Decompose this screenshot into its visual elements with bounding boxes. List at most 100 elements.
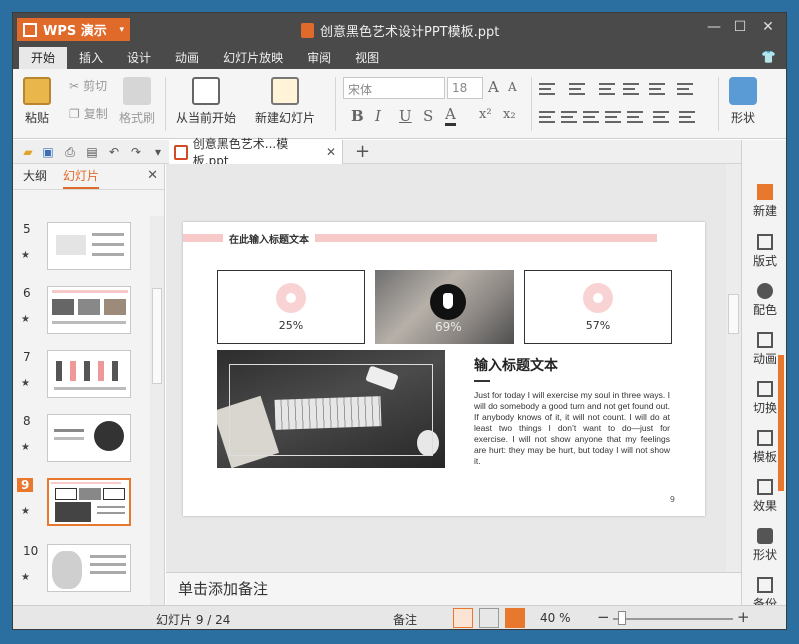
tab-view[interactable]: 视图 bbox=[343, 47, 391, 69]
editor-scrollbar[interactable] bbox=[726, 164, 741, 572]
tab-outline[interactable]: 大纲 bbox=[23, 167, 47, 189]
content-heading[interactable]: 输入标题文本 bbox=[474, 355, 558, 375]
slide-thumbnail[interactable]: 7 ★ bbox=[13, 350, 153, 408]
panel-tabs: 大纲 幻灯片 ✕ bbox=[13, 164, 164, 190]
zoom-level[interactable]: 40 % bbox=[540, 611, 571, 625]
align-center-icon[interactable] bbox=[561, 111, 577, 123]
save-icon[interactable]: ▣ bbox=[41, 145, 55, 159]
notes-toggle-button[interactable]: 备注 bbox=[393, 611, 417, 628]
content-body[interactable]: Just for today I will exercise my soul i… bbox=[474, 390, 670, 467]
stat-photo-card[interactable]: 69% bbox=[375, 270, 514, 344]
notes-pane[interactable]: 单击添加备注 bbox=[166, 572, 741, 605]
superscript-icon[interactable]: x² bbox=[479, 107, 492, 122]
brush-icon bbox=[123, 77, 151, 105]
slide-title[interactable]: 在此输入标题文本 bbox=[223, 231, 315, 246]
vertical-align-icon[interactable] bbox=[679, 111, 695, 123]
align-left-icon[interactable] bbox=[539, 111, 555, 123]
desk-photo[interactable] bbox=[217, 350, 445, 468]
new-slide-button[interactable]: 新建幻灯片 bbox=[255, 77, 315, 126]
slide-thumbnail[interactable]: 8 ★ bbox=[13, 414, 153, 472]
slide-sorter-icon[interactable] bbox=[479, 608, 499, 628]
print-preview-icon[interactable]: ▤ bbox=[85, 145, 99, 159]
slide-thumbnail[interactable]: 6 ★ bbox=[13, 286, 153, 344]
panel-color-button[interactable]: 配色 bbox=[742, 283, 786, 318]
cut-button[interactable]: ✂ 剪切 bbox=[69, 77, 107, 94]
slide-thumbnail[interactable]: 10 ★ bbox=[13, 544, 153, 602]
line-spacing-icon[interactable] bbox=[653, 111, 669, 123]
panel-new-button[interactable]: 新建 bbox=[742, 184, 786, 219]
decrease-indent-icon[interactable] bbox=[599, 83, 615, 95]
document-tab[interactable]: 创意黑色艺术...模板.ppt ✕ bbox=[169, 137, 343, 168]
stat-value: 69% bbox=[435, 320, 462, 334]
play-from-current-button[interactable]: 从当前开始 bbox=[176, 77, 236, 126]
open-folder-icon[interactable]: ▰ bbox=[21, 145, 35, 159]
tab-insert[interactable]: 插入 bbox=[67, 47, 115, 69]
shapes-button[interactable]: 形状 bbox=[729, 77, 757, 126]
close-button[interactable]: ✕ bbox=[757, 19, 779, 35]
panel-shape-button[interactable]: 形状 bbox=[742, 528, 786, 563]
minimize-button[interactable]: — bbox=[703, 19, 725, 35]
strikethrough-icon[interactable]: S bbox=[423, 107, 433, 125]
format-painter-button[interactable]: 格式刷 bbox=[119, 77, 155, 126]
pointer-cursor-icon bbox=[430, 284, 466, 320]
zoom-out-icon[interactable]: − bbox=[597, 608, 610, 626]
maximize-button[interactable]: ☐ bbox=[729, 19, 751, 35]
skin-icon[interactable]: 👕 bbox=[761, 50, 776, 64]
app-menu-button[interactable]: WPS 演示 ▾ bbox=[17, 18, 130, 41]
shrink-font-icon[interactable]: A bbox=[508, 80, 517, 94]
new-tab-icon[interactable]: + bbox=[355, 141, 370, 162]
thumbnail-image bbox=[47, 478, 131, 526]
scrollbar-thumb[interactable] bbox=[728, 294, 739, 334]
stat-card[interactable]: 57% bbox=[524, 270, 672, 344]
current-slide[interactable]: 在此输入标题文本 25% 69% 57% 输入标题文本 Just for tod… bbox=[183, 222, 705, 516]
tab-animation[interactable]: 动画 bbox=[163, 47, 211, 69]
slide-counter: 幻灯片 9 / 24 bbox=[156, 613, 231, 627]
numbered-list-icon[interactable] bbox=[569, 83, 585, 95]
thumbnail-image bbox=[47, 350, 131, 398]
align-right-icon[interactable] bbox=[583, 111, 599, 123]
panel-collapse-handle[interactable] bbox=[778, 355, 784, 491]
font-size-select[interactable]: 18 bbox=[447, 77, 483, 99]
play-screen-icon bbox=[192, 77, 220, 105]
subscript-icon[interactable]: x₂ bbox=[503, 107, 516, 122]
stat-card[interactable]: 25% bbox=[217, 270, 365, 344]
grow-font-icon[interactable]: A bbox=[488, 78, 499, 96]
zoom-slider[interactable] bbox=[613, 618, 733, 620]
wps-window: WPS 演示 ▾ 创意黑色艺术设计PPT模板.ppt — ☐ ✕ 开始 插入 设… bbox=[12, 12, 787, 630]
columns-icon[interactable] bbox=[677, 83, 693, 95]
close-tab-icon[interactable]: ✕ bbox=[326, 145, 336, 159]
distributed-align-icon[interactable] bbox=[627, 111, 643, 123]
slide-thumbnail-selected[interactable]: 9 ★ bbox=[13, 478, 153, 536]
zoom-slider-knob[interactable] bbox=[618, 611, 626, 625]
customize-dropdown-icon[interactable]: ▾ bbox=[151, 145, 165, 159]
font-color-icon[interactable]: A bbox=[445, 105, 456, 126]
ppt-file-icon bbox=[174, 144, 188, 160]
normal-view-icon[interactable] bbox=[453, 608, 473, 628]
tab-review[interactable]: 审阅 bbox=[295, 47, 343, 69]
thumbnail-image bbox=[47, 414, 131, 462]
slideshow-icon[interactable] bbox=[505, 608, 525, 628]
copy-button[interactable]: ❐ 复制 bbox=[69, 105, 108, 122]
tab-start[interactable]: 开始 bbox=[19, 47, 68, 69]
underline-icon[interactable]: U bbox=[399, 107, 412, 125]
bullet-list-icon[interactable] bbox=[539, 83, 555, 95]
tab-slideshow[interactable]: 幻灯片放映 bbox=[211, 47, 295, 69]
tab-slides[interactable]: 幻灯片 bbox=[63, 167, 100, 189]
panel-layout-button[interactable]: 版式 bbox=[742, 234, 786, 269]
increase-indent-icon[interactable] bbox=[623, 83, 639, 95]
italic-icon[interactable]: I bbox=[375, 107, 381, 125]
bold-icon[interactable]: B bbox=[351, 107, 364, 125]
paste-button[interactable]: 粘贴 bbox=[23, 77, 51, 126]
tab-design[interactable]: 设计 bbox=[115, 47, 163, 69]
scrollbar-thumb[interactable] bbox=[152, 288, 162, 384]
thumbnail-scrollbar[interactable] bbox=[150, 216, 164, 612]
slide-thumbnail[interactable]: 5 ★ bbox=[13, 222, 153, 280]
text-direction-icon[interactable] bbox=[649, 83, 665, 95]
undo-icon[interactable]: ↶ bbox=[107, 145, 121, 159]
zoom-in-icon[interactable]: + bbox=[737, 608, 750, 626]
font-name-select[interactable]: 宋体 bbox=[343, 77, 445, 99]
print-icon[interactable]: ⎙ bbox=[63, 145, 77, 159]
justify-icon[interactable] bbox=[605, 111, 621, 123]
redo-icon[interactable]: ↷ bbox=[129, 145, 143, 159]
close-panel-icon[interactable]: ✕ bbox=[147, 168, 158, 183]
